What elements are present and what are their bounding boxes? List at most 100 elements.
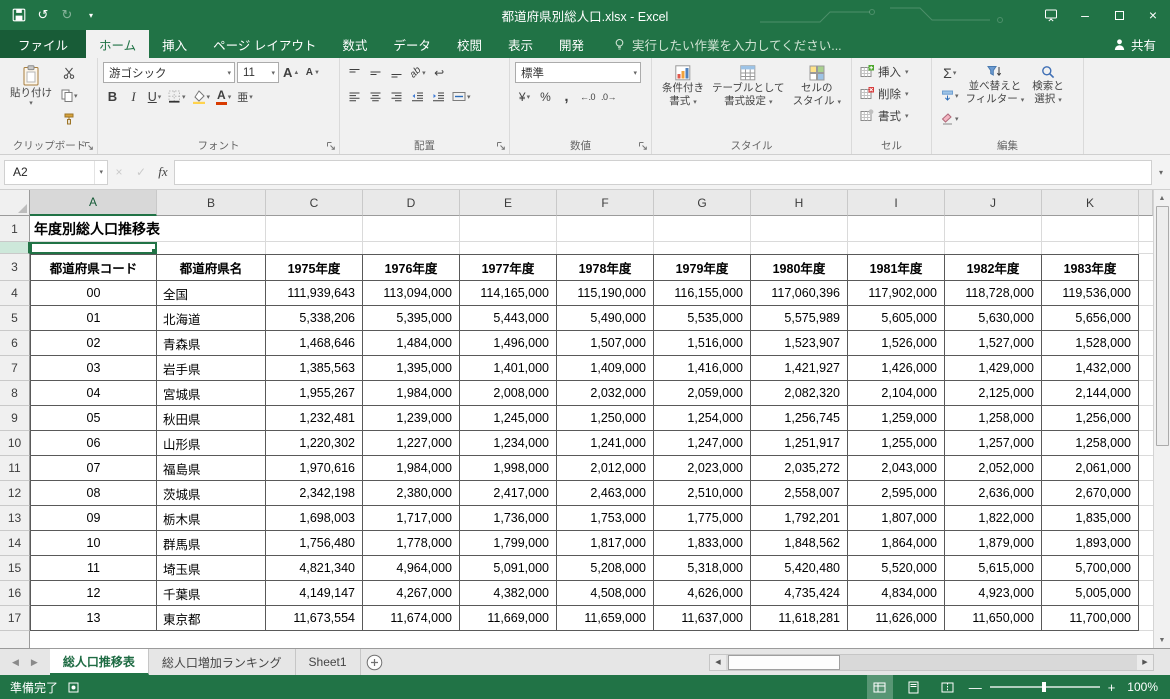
header-cell-1[interactable]: 都道府県名 [157,254,266,281]
cell-h17[interactable]: 11,618,281 [751,606,848,631]
cell-k1[interactable] [1042,216,1139,242]
cell-b12[interactable]: 茨城県 [157,481,266,506]
sheet-nav-right-arrow[interactable]: ▶ [31,657,38,668]
cell-styles-button[interactable]: セルの スタイル ▾ [790,62,844,137]
wrap-text-button[interactable]: ↩ [430,62,449,83]
cell-e1[interactable] [460,216,557,242]
cell-g7[interactable]: 1,416,000 [654,356,751,381]
cell-c11[interactable]: 1,970,616 [266,456,363,481]
cell-b9[interactable]: 秋田県 [157,406,266,431]
zoom-slider-thumb[interactable] [1041,682,1046,692]
row-header-4[interactable]: 4 [0,281,30,306]
cell-d10[interactable]: 1,227,000 [363,431,460,456]
cell-b17[interactable]: 東京都 [157,606,266,631]
cell-k13[interactable]: 1,835,000 [1042,506,1139,531]
cell-h10[interactable]: 1,251,917 [751,431,848,456]
cell-d15[interactable]: 4,964,000 [363,556,460,581]
cell-i7[interactable]: 1,426,000 [848,356,945,381]
cell-partial-15[interactable] [1139,556,1153,581]
cell-j8[interactable]: 2,125,000 [945,381,1042,406]
cell-partial-2[interactable] [1139,242,1153,254]
autosum-button[interactable]: Σ ▾ [939,62,961,83]
zoom-slider[interactable] [989,682,1100,692]
cell-partial-8[interactable] [1139,381,1153,406]
cell-i10[interactable]: 1,255,000 [848,431,945,456]
cell-e7[interactable]: 1,401,000 [460,356,557,381]
row-header-2-selected[interactable] [0,242,30,254]
sheet-tab-0[interactable]: 総人口推移表 [49,649,149,675]
cell-g8[interactable]: 2,059,000 [654,381,751,406]
cell-partial-7[interactable] [1139,356,1153,381]
cell-c9[interactable]: 1,232,481 [266,406,363,431]
cell-g15[interactable]: 5,318,000 [654,556,751,581]
ribbon-tab-1[interactable]: 挿入 [149,30,200,58]
ribbon-tab-2[interactable]: ページ レイアウト [200,30,329,58]
cell-a2-selected[interactable] [30,242,157,254]
cell-g5[interactable]: 5,535,000 [654,306,751,331]
scroll-right-arrow[interactable]: ▶ [1137,654,1153,670]
decrease-font-size-button[interactable]: A ▼ [303,62,322,83]
increase-decimal-button[interactable]: ←.0 [578,86,597,107]
clear-button[interactable]: ▾ [939,108,961,129]
delete-cells-button[interactable]: 削除 ▾ [857,84,912,103]
cell-i13[interactable]: 1,807,000 [848,506,945,531]
cell-j10[interactable]: 1,257,000 [945,431,1042,456]
cell-b11[interactable]: 福島県 [157,456,266,481]
cell-b7[interactable]: 岩手県 [157,356,266,381]
cell-k15[interactable]: 5,700,000 [1042,556,1139,581]
header-cell-2[interactable]: 1975年度 [266,254,363,281]
header-cell-9[interactable]: 1982年度 [945,254,1042,281]
sort-filter-button[interactable]: 並べ替えと フィルター ▾ [963,62,1028,137]
phonetic-guide-button[interactable]: 亜 ▾ [235,86,255,107]
ribbon-display-options-button[interactable] [1034,0,1068,30]
page-break-view-button[interactable] [935,675,961,699]
column-header-a[interactable]: A [30,190,157,216]
insert-cells-button[interactable]: 挿入 ▾ [857,62,912,81]
cell-partial-1[interactable] [1139,216,1153,242]
cell-a14[interactable]: 10 [30,531,157,556]
cell-j7[interactable]: 1,429,000 [945,356,1042,381]
formula-input[interactable] [174,159,1152,185]
cell-g2[interactable] [654,242,751,254]
scroll-left-arrow[interactable]: ◀ [710,654,726,670]
decrease-indent-button[interactable] [408,86,427,107]
maximize-button[interactable] [1102,0,1136,30]
cell-h11[interactable]: 2,035,272 [751,456,848,481]
cell-k9[interactable]: 1,256,000 [1042,406,1139,431]
cell-e12[interactable]: 2,417,000 [460,481,557,506]
vertical-scroll-thumb[interactable] [1155,206,1169,446]
cell-h16[interactable]: 4,735,424 [751,581,848,606]
font-name-combo[interactable]: 游ゴシック ▾ [103,62,235,83]
cell-f11[interactable]: 2,012,000 [557,456,654,481]
row-header-16[interactable]: 16 [0,581,30,606]
row-header-12[interactable]: 12 [0,481,30,506]
undo-button[interactable]: ↺ [32,3,54,27]
column-header-h[interactable]: H [751,190,848,216]
sheet-tab-2[interactable]: Sheet1 [296,649,361,675]
cell-d9[interactable]: 1,239,000 [363,406,460,431]
cell-i12[interactable]: 2,595,000 [848,481,945,506]
cell-c12[interactable]: 2,342,198 [266,481,363,506]
cell-a12[interactable]: 08 [30,481,157,506]
row-header-17[interactable]: 17 [0,606,30,631]
cell-a17[interactable]: 13 [30,606,157,631]
cell-k17[interactable]: 11,700,000 [1042,606,1139,631]
cell-j6[interactable]: 1,527,000 [945,331,1042,356]
cell-a7[interactable]: 03 [30,356,157,381]
cell-f4[interactable]: 115,190,000 [557,281,654,306]
cell-b15[interactable]: 埼玉県 [157,556,266,581]
vertical-scrollbar[interactable]: ▲ ▼ [1153,190,1170,648]
cell-h15[interactable]: 5,420,480 [751,556,848,581]
cell-b2[interactable] [157,242,266,254]
cell-j11[interactable]: 2,052,000 [945,456,1042,481]
header-cell-3[interactable]: 1976年度 [363,254,460,281]
cell-j17[interactable]: 11,650,000 [945,606,1042,631]
ribbon-tab-4[interactable]: データ [380,30,444,58]
cell-i4[interactable]: 117,902,000 [848,281,945,306]
cell-h14[interactable]: 1,848,562 [751,531,848,556]
alignment-dialog-launcher[interactable] [495,140,507,152]
cell-c15[interactable]: 4,821,340 [266,556,363,581]
cell-c7[interactable]: 1,385,563 [266,356,363,381]
cell-partial-6[interactable] [1139,331,1153,356]
cell-e11[interactable]: 1,998,000 [460,456,557,481]
